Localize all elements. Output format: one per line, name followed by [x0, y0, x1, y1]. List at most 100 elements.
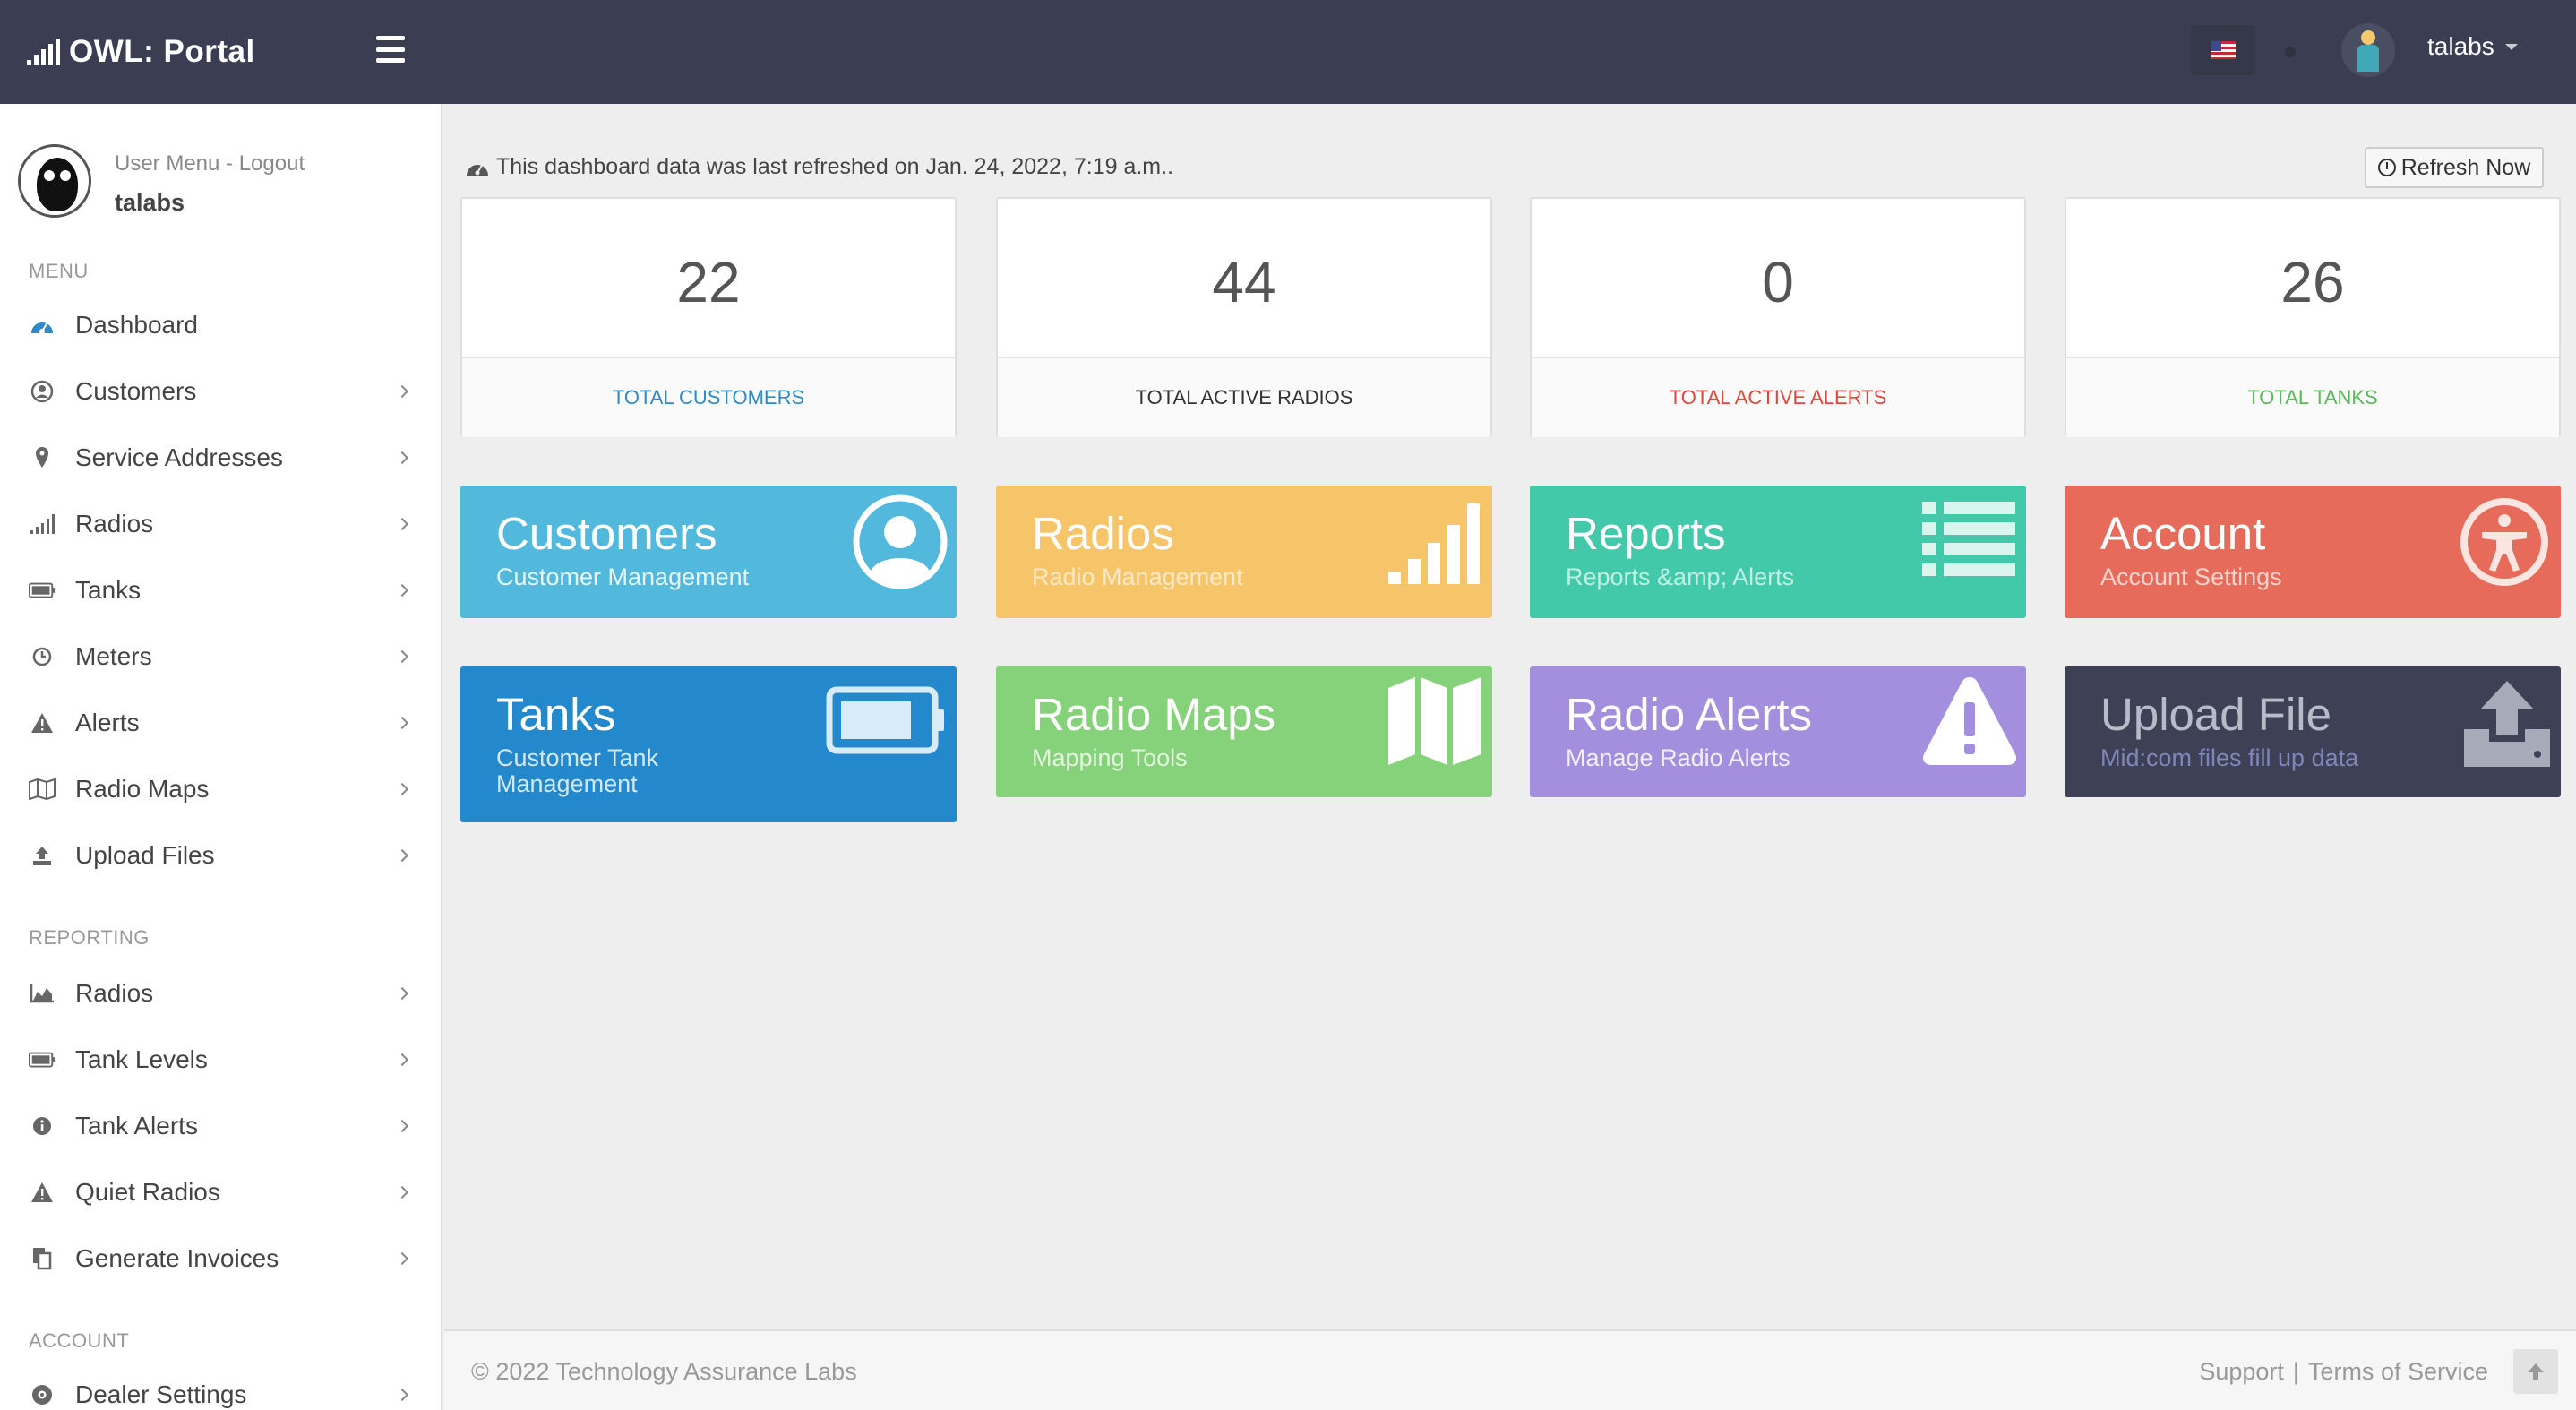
chevron-right-icon — [395, 1119, 409, 1133]
sidebar-item-tanks[interactable]: Tanks — [0, 559, 441, 622]
user-dropdown[interactable]: talabs — [2427, 32, 2518, 61]
stat-card-total-active-radios: 44 TOTAL ACTIVE RADIOS — [996, 197, 1492, 437]
sidebar-item-label: Radios — [75, 979, 154, 1007]
sidebar-toggle-button[interactable] — [376, 36, 405, 63]
scroll-to-top-button[interactable] — [2513, 1349, 2558, 1394]
stat-value: 0 — [1762, 250, 1794, 314]
support-link[interactable]: Support — [2199, 1358, 2284, 1386]
tile-subtitle: Reports &amp; Alerts — [1566, 563, 1795, 590]
tile-title: Reports — [1566, 508, 1726, 559]
chevron-right-icon — [395, 1251, 409, 1266]
brand-logo[interactable]: OWL: Portal — [27, 27, 255, 77]
language-selector[interactable] — [2191, 25, 2255, 75]
avatar[interactable] — [2341, 23, 2395, 77]
tile-reports[interactable]: Reports Reports &amp; Alerts — [1530, 486, 2026, 618]
sidebar-item-label: Radio Maps — [75, 775, 210, 803]
tile-title: Upload File — [2100, 689, 2331, 740]
sidebar-item-customers[interactable]: Customers — [0, 360, 441, 423]
chevron-right-icon — [395, 384, 409, 399]
arrow-up-icon — [2528, 1363, 2544, 1380]
sidebar-item-label: Meters — [75, 642, 152, 670]
section-title-reporting: REPORTING — [29, 926, 150, 949]
tile-radios[interactable]: Radios Radio Management — [996, 486, 1492, 618]
sidebar-item-service-addresses[interactable]: Service Addresses — [0, 426, 441, 489]
sidebar-item-label: Radios — [75, 510, 154, 537]
sidebar-item-report-radios[interactable]: Radios — [0, 962, 441, 1025]
chevron-right-icon — [395, 1388, 409, 1402]
signal-icon — [29, 511, 56, 537]
refresh-now-button[interactable]: Refresh Now — [2365, 147, 2544, 188]
map-pin-icon — [29, 444, 56, 471]
sidebar-item-upload-files[interactable]: Upload Files — [0, 824, 441, 887]
user-name-label: talabs — [2427, 32, 2494, 60]
tile-upload-file[interactable]: Upload File Mid:com files fill up data — [2065, 666, 2561, 797]
sidebar-item-radios[interactable]: Radios — [0, 493, 441, 555]
dashboard-icon — [467, 164, 488, 176]
stat-label: TOTAL ACTIVE RADIOS — [998, 357, 1490, 437]
tile-subtitle: Radio Management — [1032, 563, 1243, 590]
copy-icon — [29, 1245, 56, 1272]
clock-icon — [29, 643, 56, 670]
chevron-right-icon — [395, 782, 409, 796]
tile-account[interactable]: Account Account Settings — [2065, 486, 2561, 618]
warning-icon — [29, 1179, 56, 1206]
warning-icon — [29, 709, 56, 736]
sidebar-item-quiet-radios[interactable]: Quiet Radios — [0, 1161, 441, 1224]
stat-label: TOTAL CUSTOMERS — [462, 357, 955, 437]
clock-icon — [2377, 159, 2396, 176]
refresh-note: This dashboard data was last refreshed o… — [466, 154, 1173, 180]
map-icon — [1388, 677, 1481, 765]
sidebar-item-label: Upload Files — [75, 841, 215, 869]
sidebar-item-label: Tanks — [75, 576, 142, 604]
tile-title: Radio Alerts — [1566, 689, 1812, 740]
sidebar-item-dashboard[interactable]: Dashboard — [0, 294, 441, 357]
tile-radio-alerts[interactable]: Radio Alerts Manage Radio Alerts — [1530, 666, 2026, 797]
refresh-note-text: This dashboard data was last refreshed o… — [496, 154, 1174, 179]
list-icon — [1922, 502, 2015, 576]
refresh-now-label: Refresh Now — [2400, 154, 2531, 180]
stat-label: TOTAL TANKS — [2066, 357, 2559, 437]
chevron-right-icon — [395, 1053, 409, 1067]
signal-icon — [27, 39, 60, 65]
sidebar-item-label: Quiet Radios — [75, 1178, 220, 1206]
sidebar-item-label: Tank Alerts — [75, 1112, 198, 1139]
chevron-right-icon — [395, 451, 409, 465]
chevron-right-icon — [395, 649, 409, 664]
tile-customers[interactable]: Customers Customer Management — [460, 486, 957, 618]
chevron-right-icon — [395, 583, 409, 598]
sidebar-item-tank-alerts[interactable]: Tank Alerts — [0, 1095, 441, 1157]
upload-icon — [29, 842, 56, 869]
tile-tanks[interactable]: Tanks Customer Tank Management — [460, 666, 957, 822]
upload-tray-icon — [2464, 681, 2550, 767]
chevron-right-icon — [395, 716, 409, 730]
sidebar-item-alerts[interactable]: Alerts — [0, 692, 441, 754]
tile-subtitle: Manage Radio Alerts — [1566, 744, 1790, 771]
tile-subtitle: Customer Tank Management — [496, 744, 659, 797]
section-title-menu: MENU — [29, 260, 89, 282]
stat-label: TOTAL ACTIVE ALERTS — [1532, 357, 2024, 437]
sidebar-item-dealer-settings[interactable]: Dealer Settings — [0, 1363, 441, 1410]
bars-icon — [376, 36, 405, 40]
footer-links: Support | Terms of Service — [2199, 1358, 2488, 1386]
warning-icon — [1922, 677, 2017, 765]
sidebar-item-label: Alerts — [75, 709, 140, 736]
sidebar-item-radio-maps[interactable]: Radio Maps — [0, 758, 441, 821]
sidebar-item-label: Tank Levels — [75, 1045, 208, 1073]
battery-icon — [826, 686, 944, 754]
terms-of-service-link[interactable]: Terms of Service — [2308, 1358, 2488, 1386]
sidebar-item-generate-invoices[interactable]: Generate Invoices — [0, 1227, 441, 1290]
tile-radio-maps[interactable]: Radio Maps Mapping Tools — [996, 666, 1492, 797]
user-menu-logout-link[interactable]: User Menu - Logout — [115, 151, 305, 176]
sidebar-item-tank-levels[interactable]: Tank Levels — [0, 1028, 441, 1091]
status-indicator — [2285, 47, 2296, 57]
sidebar-item-label: Dashboard — [75, 311, 198, 339]
sidebar-item-meters[interactable]: Meters — [0, 625, 441, 688]
stat-value: 44 — [1212, 250, 1276, 314]
tile-title: Tanks — [496, 689, 616, 740]
sidebar-item-label: Generate Invoices — [75, 1244, 279, 1272]
tile-subtitle: Mid:com files fill up data — [2100, 744, 2359, 771]
sidebar-item-label: Service Addresses — [75, 443, 283, 471]
chevron-right-icon — [395, 517, 409, 531]
user-circle-icon — [853, 494, 948, 589]
tile-subtitle: Customer Management — [496, 563, 750, 590]
